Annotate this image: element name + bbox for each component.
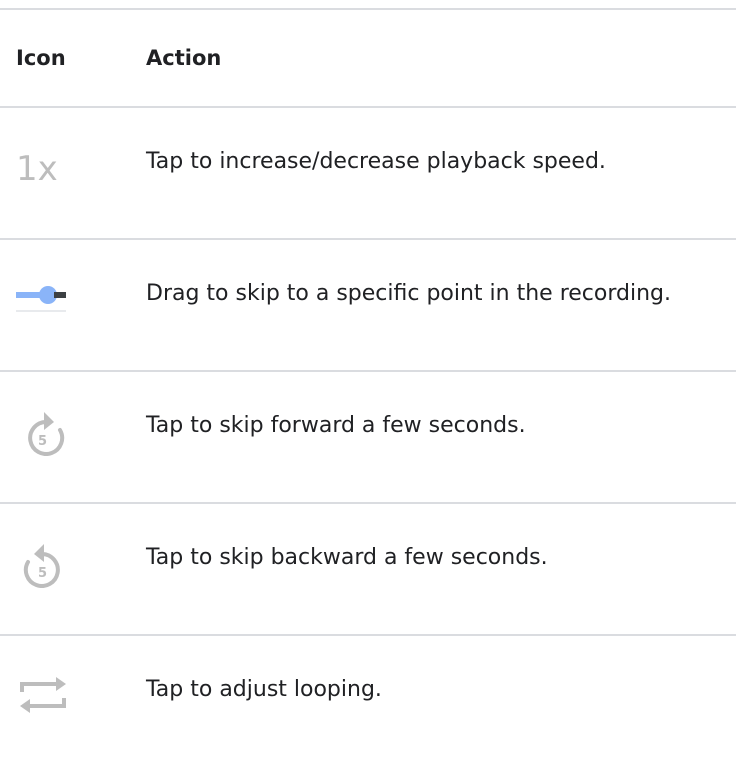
table-row: Drag to skip to a specific point in the …: [0, 240, 736, 370]
action-text: Drag to skip to a specific point in the …: [146, 281, 671, 306]
table-row: 5 Tap to skip backward a few seconds.: [0, 504, 736, 634]
loop-icon: [16, 674, 76, 720]
action-text: Tap to skip backward a few seconds.: [146, 545, 548, 570]
skip-backward-5-icon: 5: [16, 542, 76, 588]
icon-cell: 5: [0, 410, 146, 456]
action-text: Tap to increase/decrease playback speed.: [146, 149, 606, 174]
icon-cell: [0, 674, 146, 720]
playback-speed-1x-icon: 1x: [16, 146, 76, 186]
action-text: Tap to skip forward a few seconds.: [146, 413, 526, 438]
table-header-row: Icon Action: [0, 10, 736, 106]
icon-cell: 5: [0, 542, 146, 588]
table-row: 5 Tap to skip forward a few seconds.: [0, 372, 736, 502]
table-row: Tap to adjust looping.: [0, 636, 736, 766]
action-text: Tap to adjust looping.: [146, 677, 382, 702]
skip-seconds-label: 5: [38, 566, 47, 581]
icon-cell: [0, 278, 146, 318]
skip-forward-5-icon: 5: [16, 410, 76, 456]
seek-slider-icon: [16, 278, 76, 318]
icon-cell: 1x: [0, 146, 146, 186]
speed-label: 1x: [16, 149, 58, 186]
table-row: 1x Tap to increase/decrease playback spe…: [0, 108, 736, 238]
skip-seconds-label: 5: [38, 434, 47, 449]
column-header-action: Action: [146, 46, 222, 70]
column-header-icon: Icon: [16, 46, 66, 70]
controls-table: Icon Action 1x Tap to increase/decrease …: [0, 8, 736, 766]
